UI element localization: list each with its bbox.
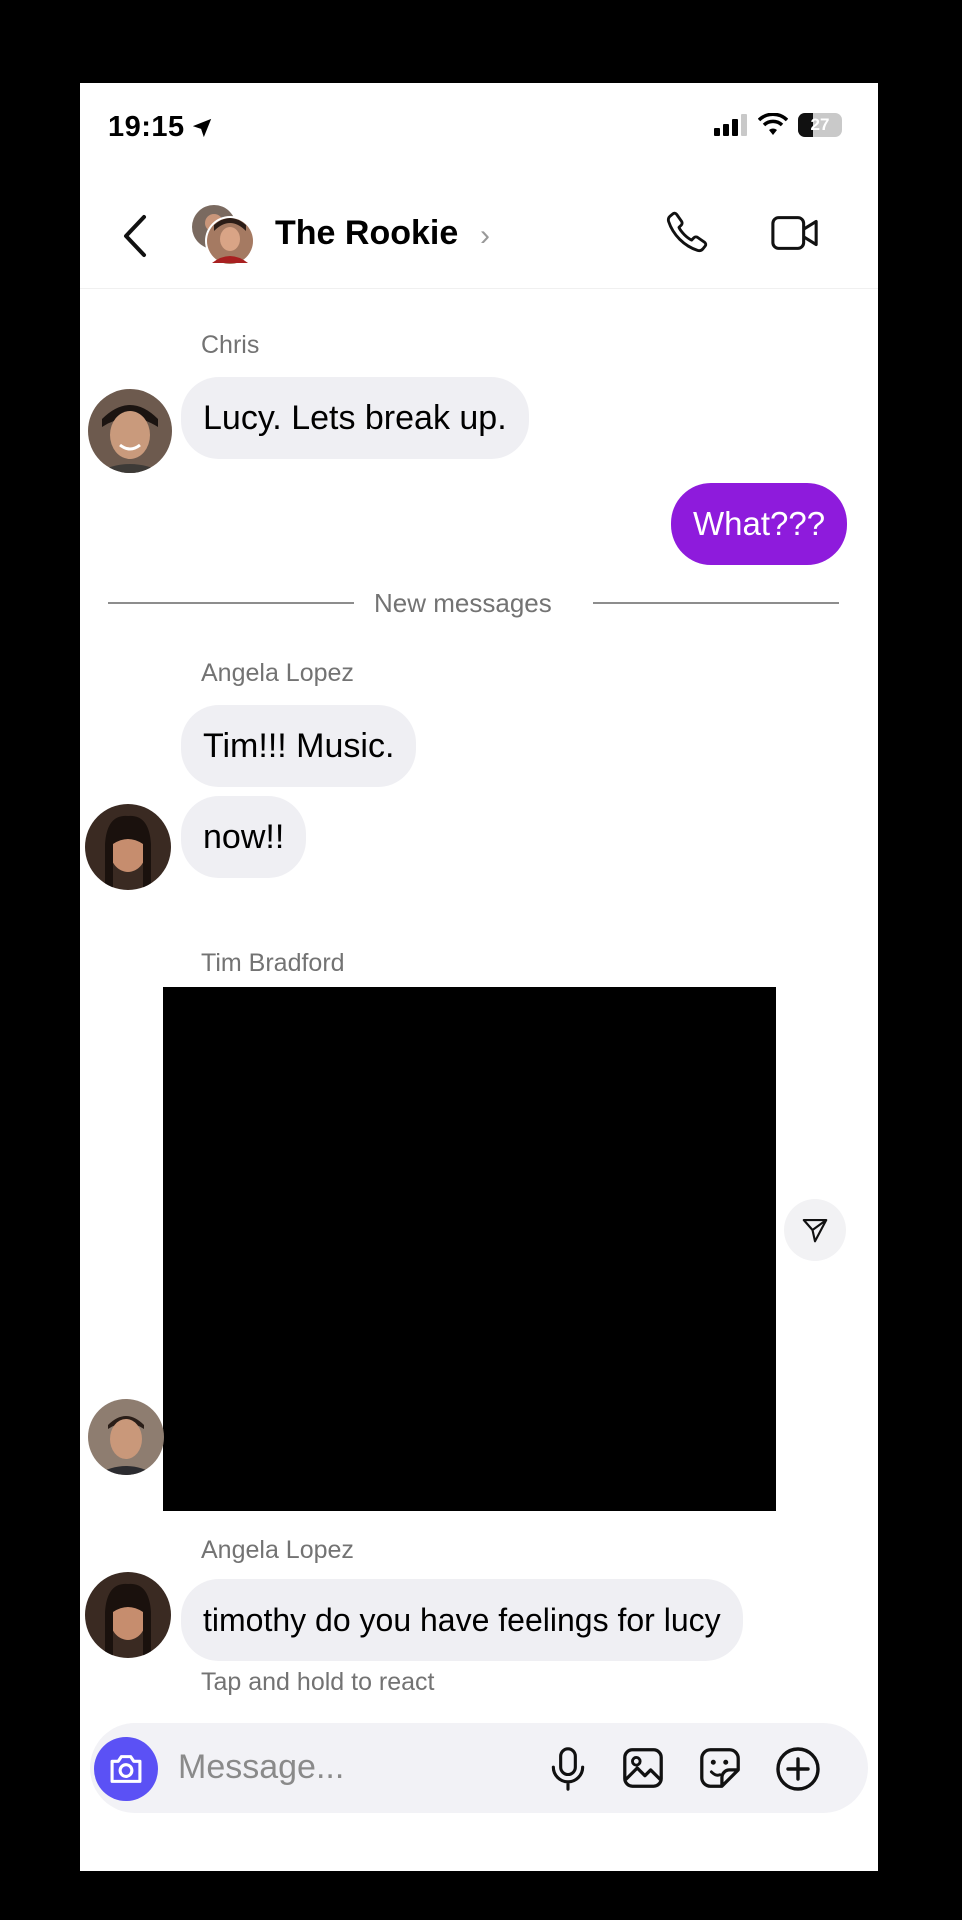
video-message[interactable]	[163, 987, 776, 1511]
sender-name: Chris	[201, 331, 260, 359]
video-camera-icon	[771, 216, 818, 250]
back-button[interactable]	[120, 213, 150, 264]
status-icons: 27	[714, 113, 842, 137]
sender-name: Angela Lopez	[201, 1536, 354, 1564]
phone-icon	[666, 211, 708, 253]
title-chevron-icon: ›	[480, 219, 490, 252]
microphone-button[interactable]	[546, 1745, 590, 1798]
avatar[interactable]	[88, 1399, 164, 1475]
sender-name: Angela Lopez	[201, 659, 354, 687]
group-avatar[interactable]	[190, 201, 256, 267]
video-call-button[interactable]	[770, 211, 820, 260]
plus-circle-icon	[776, 1747, 820, 1791]
divider-line	[108, 602, 354, 604]
message-input[interactable]: Message...	[178, 1748, 344, 1787]
chevron-left-icon	[124, 215, 146, 257]
wifi-icon	[758, 113, 788, 135]
message-bubble[interactable]: now!!	[181, 796, 307, 878]
outgoing-message-bubble[interactable]: What???	[671, 483, 848, 565]
header-divider	[80, 288, 878, 289]
microphone-icon	[551, 1747, 585, 1791]
share-button[interactable]	[784, 1199, 846, 1261]
message-bubble[interactable]: timothy do you have feelings for lucy	[181, 1579, 743, 1661]
status-time: 19:15	[108, 111, 213, 144]
audio-call-button[interactable]	[664, 209, 710, 260]
image-icon	[623, 1748, 663, 1788]
message-bubble[interactable]: Tim!!! Music.	[181, 705, 417, 787]
battery-icon: 27	[798, 113, 842, 137]
sticker-icon	[700, 1748, 740, 1788]
new-messages-divider: New messages	[374, 588, 552, 618]
message-bubble[interactable]: Lucy. Lets break up.	[181, 377, 529, 459]
phone-screen: 19:15 27 The Rookie › Chris Lucy. Lets b…	[80, 83, 878, 1871]
camera-icon	[110, 1755, 142, 1783]
avatar[interactable]	[88, 389, 172, 473]
avatar[interactable]	[85, 1572, 171, 1658]
divider-line	[593, 602, 839, 604]
sender-name: Tim Bradford	[201, 949, 345, 977]
send-icon	[802, 1218, 828, 1243]
sticker-button[interactable]	[697, 1745, 743, 1796]
chat-title[interactable]: The Rookie	[275, 214, 458, 253]
react-hint: Tap and hold to react	[201, 1668, 435, 1696]
avatar[interactable]	[85, 804, 171, 890]
gallery-button[interactable]	[620, 1745, 666, 1796]
camera-button[interactable]	[94, 1737, 158, 1801]
location-arrow-icon	[192, 118, 211, 138]
signal-icon	[714, 114, 747, 136]
more-options-button[interactable]	[774, 1745, 822, 1798]
